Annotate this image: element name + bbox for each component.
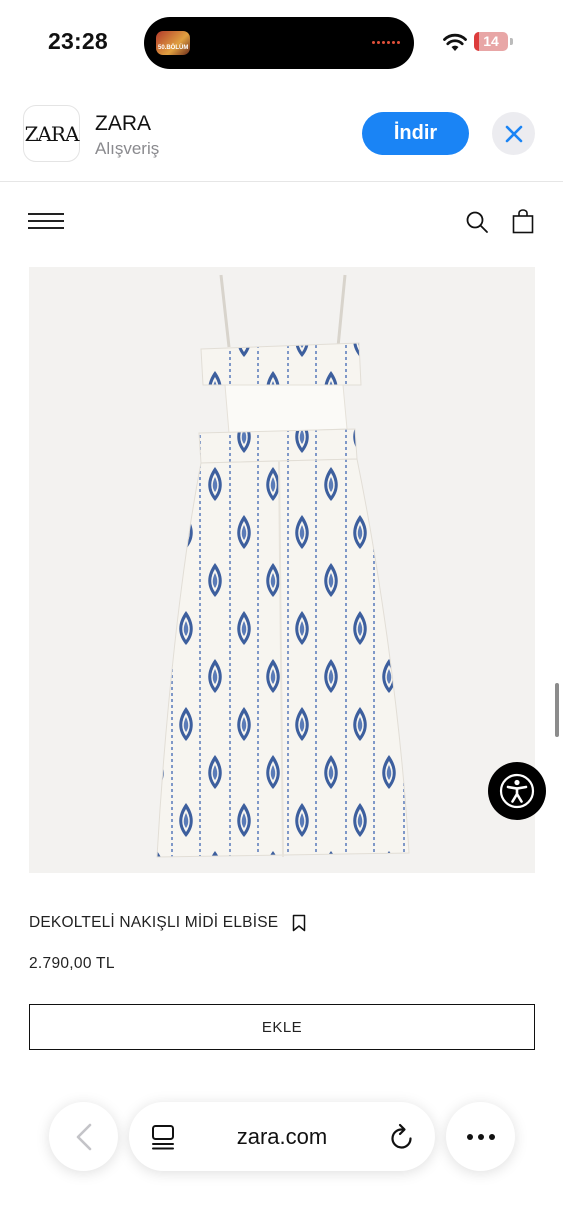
product-title-row: DEKOLTELİ NAKIŞLI MİDİ ELBİSE	[29, 914, 306, 932]
bookmark-icon[interactable]	[292, 914, 306, 932]
download-app-button[interactable]: İndir	[362, 112, 469, 155]
shopping-bag-icon[interactable]	[512, 209, 534, 234]
battery-level: 14	[483, 33, 499, 49]
app-icon-logo: ZARA	[24, 121, 80, 146]
accessibility-button[interactable]	[488, 762, 546, 820]
island-app-label: 50.BÖLÜM	[158, 45, 189, 51]
add-to-cart-button[interactable]: EKLE	[29, 1004, 535, 1050]
close-icon	[505, 125, 522, 142]
more-icon	[466, 1133, 495, 1140]
dynamic-island[interactable]: 50.BÖLÜM	[144, 17, 414, 69]
product-image[interactable]	[29, 267, 535, 873]
close-banner-button[interactable]	[492, 112, 535, 155]
more-button[interactable]	[446, 1102, 515, 1171]
back-button[interactable]	[49, 1102, 118, 1171]
battery-cap	[510, 38, 513, 45]
clock: 23:28	[48, 28, 108, 54]
reload-icon[interactable]	[389, 1123, 415, 1151]
status-bar: 23:28 50.BÖLÜM 14	[0, 0, 563, 84]
audio-wave-icon	[372, 41, 400, 44]
wifi-icon	[443, 33, 467, 51]
scrollbar-thumb[interactable]	[555, 683, 559, 737]
chevron-left-icon	[76, 1123, 91, 1150]
now-playing-thumbnail: 50.BÖLÜM	[156, 31, 190, 55]
dress-image	[156, 274, 410, 858]
search-icon[interactable]	[465, 210, 489, 234]
app-category: Alışveriş	[95, 139, 160, 158]
hamburger-icon[interactable]	[28, 213, 64, 230]
product-price: 2.790,00 TL	[29, 955, 115, 972]
accessibility-icon	[499, 773, 535, 809]
app-name: ZARA	[95, 112, 152, 135]
product-name: DEKOLTELİ NAKIŞLI MİDİ ELBİSE	[29, 914, 279, 931]
smart-app-banner: ZARA ZARA Alışveriş İndir	[0, 84, 563, 182]
battery-indicator: 14	[474, 32, 508, 51]
address-bar[interactable]: zara.com	[129, 1102, 435, 1171]
app-icon[interactable]: ZARA	[23, 105, 80, 162]
